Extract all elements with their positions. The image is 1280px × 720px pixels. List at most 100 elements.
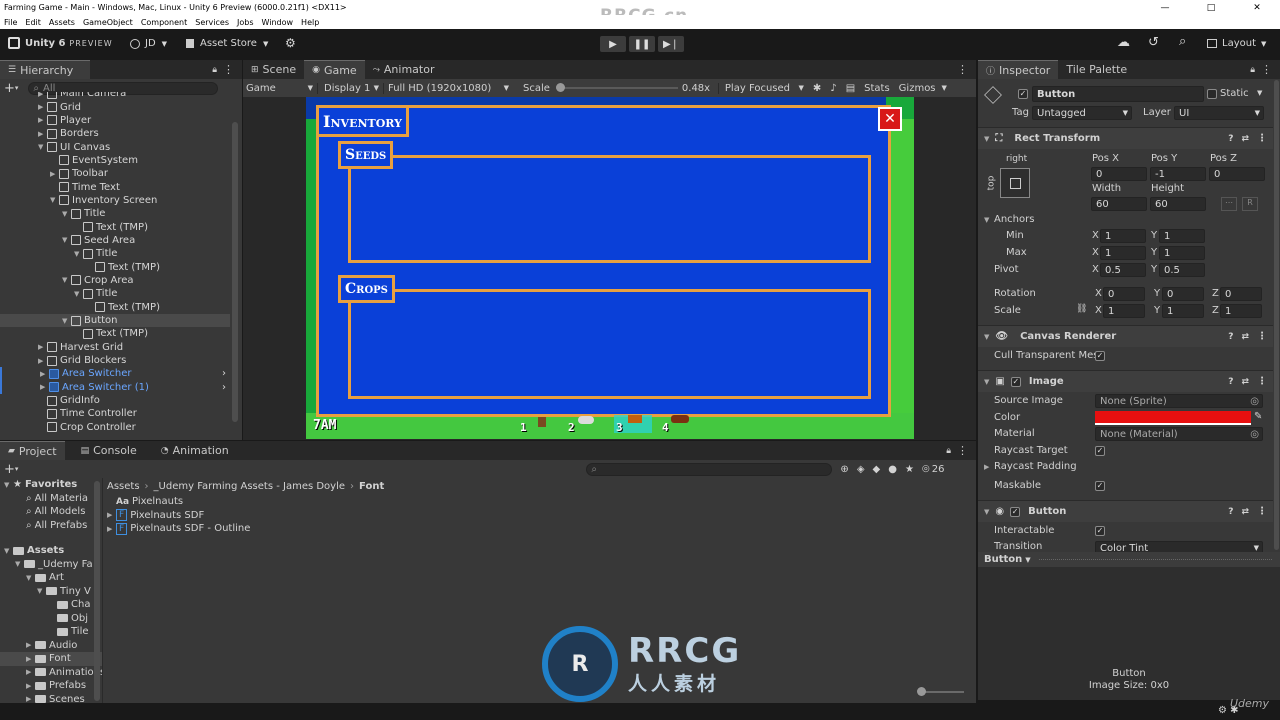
color-field[interactable] <box>1095 411 1251 425</box>
hierarchy-item[interactable]: ▶ Area Switcher (1) › <box>0 380 230 394</box>
favorite-star-icon[interactable]: ★ <box>905 464 914 475</box>
foldout-arrow-icon[interactable]: ▶ <box>38 130 47 138</box>
folder-tree-item[interactable]: ▶ Prefabs <box>0 679 102 693</box>
active-checkbox[interactable]: ✓ <box>1018 89 1028 99</box>
gizmos-button[interactable]: Gizmos <box>899 83 936 94</box>
constrain-proportions-icon[interactable]: ⛓ <box>1076 304 1087 314</box>
hierarchy-item[interactable]: ▶ Toolbar <box>0 167 230 180</box>
minimize-button[interactable]: — <box>1142 3 1188 13</box>
favorite-item[interactable]: ⌕ All Models <box>0 505 102 519</box>
pivot-x-field[interactable]: 0.5 <box>1100 263 1146 277</box>
eyedropper-icon[interactable]: ✎ <box>1254 411 1262 422</box>
favorites-header[interactable]: ▼ ★ Favorites <box>0 478 102 492</box>
foldout-arrow-icon[interactable]: ▼ <box>74 290 83 298</box>
foldout-arrow-icon[interactable]: ▼ <box>37 587 46 595</box>
menu-jobs[interactable]: Jobs <box>233 18 258 27</box>
more-options-icon[interactable]: ⋮ <box>1257 331 1267 342</box>
foldout-arrow-icon[interactable]: ▼ <box>62 317 71 325</box>
hierarchy-item[interactable]: ▶ Grid Blockers <box>0 354 230 367</box>
hierarchy-item[interactable]: Crop Controller <box>0 421 230 434</box>
hierarchy-item[interactable]: ▼ Seed Area <box>0 234 230 247</box>
breadcrumb-item-current[interactable]: Font <box>359 481 384 492</box>
foldout-arrow-icon[interactable]: ▶ <box>40 383 49 391</box>
hierarchy-item[interactable]: GridInfo <box>0 394 230 407</box>
step-button[interactable]: ▶❘ <box>658 36 684 52</box>
project-search[interactable]: ⌕ <box>586 462 833 476</box>
menu-edit[interactable]: Edit <box>21 18 45 27</box>
hierarchy-item[interactable]: ▼ Crop Area <box>0 274 230 287</box>
asset-item[interactable]: ▶ F Pixelnauts SDF - Outline <box>107 522 407 536</box>
menu-file[interactable]: File <box>0 18 21 27</box>
folder-tree-item[interactable]: ▶ Font <box>0 652 102 666</box>
tab-console[interactable]: ▤ Console <box>73 441 145 460</box>
foldout-arrow-icon[interactable]: ▼ <box>984 216 989 224</box>
foldout-arrow-icon[interactable]: ▶ <box>26 655 35 663</box>
foldout-arrow-icon[interactable]: ▶ <box>38 116 47 124</box>
hierarchy-item[interactable]: ▶ Player <box>0 114 230 127</box>
resolution-dropdown[interactable]: Full HD (1920x1080) ▼ <box>383 82 513 94</box>
image-enabled-checkbox[interactable]: ✓ <box>1010 376 1021 387</box>
log-icon[interactable]: ● <box>888 464 897 475</box>
interactable-checkbox[interactable]: ✓ <box>1095 526 1105 536</box>
maskable-checkbox[interactable]: ✓ <box>1095 481 1105 491</box>
hierarchy-item[interactable]: ▶ Area Switcher › <box>0 367 230 381</box>
layer-dropdown[interactable]: UI ▼ <box>1174 106 1264 120</box>
stats-button[interactable]: Stats <box>864 83 890 94</box>
cull-transparent-checkbox[interactable]: ✓ <box>1095 351 1105 361</box>
hierarchy-item[interactable]: ▼ Title <box>0 247 230 260</box>
foldout-arrow-icon[interactable]: ▼ <box>62 276 71 284</box>
foldout-arrow-icon[interactable]: ▶ <box>984 463 989 471</box>
chevron-down-icon[interactable]: ▾ <box>15 84 19 92</box>
pivot-y-field[interactable]: 0.5 <box>1159 263 1205 277</box>
presets-icon[interactable]: ⇄ <box>1241 332 1249 342</box>
breadcrumb-item[interactable]: _Udemy Farming Assets - James Doyle <box>154 481 345 492</box>
game-mode-dropdown[interactable]: Game ▼ <box>243 83 317 94</box>
hierarchy-item[interactable]: Text (TMP) <box>0 327 230 340</box>
pos-z-field[interactable]: 0 <box>1209 167 1265 181</box>
static-checkbox[interactable] <box>1207 89 1217 99</box>
foldout-arrow-icon[interactable]: ▼ <box>50 196 59 204</box>
hierarchy-item[interactable]: ▶ Harvest Grid <box>0 341 230 354</box>
foldout-arrow-icon[interactable]: ▼ <box>26 574 35 582</box>
menu-component[interactable]: Component <box>137 18 191 27</box>
hierarchy-item[interactable]: Text (TMP) <box>0 260 230 273</box>
tab-game[interactable]: ◉ Game <box>304 60 365 79</box>
canvas-renderer-header[interactable]: ▼ 👁︎ Canvas Renderer ? ⇄ ⋮ <box>978 325 1273 347</box>
presets-icon[interactable]: ⇄ <box>1241 507 1249 517</box>
asset-store-dropdown[interactable]: Asset Store ▼ <box>186 38 268 49</box>
scale-slider-handle[interactable] <box>555 83 565 92</box>
presets-icon[interactable]: ⇄ <box>1241 377 1249 387</box>
menu-assets[interactable]: Assets <box>45 18 79 27</box>
scale-z-field[interactable]: 1 <box>1220 304 1262 318</box>
folder-tree-item[interactable]: ▶ Scenes <box>0 693 102 703</box>
hierarchy-item[interactable]: ▼ Inventory Screen <box>0 194 230 207</box>
keyboard-icon[interactable]: ▤ <box>846 83 855 94</box>
chevron-down-icon[interactable]: ▾ <box>15 465 19 473</box>
rotation-y-field[interactable]: 0 <box>1162 287 1204 301</box>
chevron-right-icon[interactable]: › <box>222 382 226 393</box>
more-options-icon[interactable]: ⋮ <box>1257 133 1267 144</box>
asset-item[interactable]: ▶ F Pixelnauts SDF <box>107 509 407 523</box>
pos-x-field[interactable]: 0 <box>1091 167 1147 181</box>
foldout-arrow-icon[interactable]: ▶ <box>38 92 47 98</box>
folder-tree-scrollbar[interactable] <box>94 481 100 701</box>
game-viewport[interactable]: Inventory Seeds Crops ✕ 7AM 1 2 3 4 <box>306 97 914 439</box>
maximize-button[interactable]: □ <box>1188 3 1234 13</box>
rotation-z-field[interactable]: 0 <box>1220 287 1262 301</box>
tab-tile-palette[interactable]: Tile Palette <box>1058 60 1135 79</box>
mute-audio-icon[interactable]: ♪ <box>830 83 836 94</box>
foldout-arrow-icon[interactable]: ▶ <box>40 370 49 378</box>
folder-tree-item[interactable]: ▶ Animations <box>0 666 102 680</box>
tag-dropdown[interactable]: Untagged ▼ <box>1032 106 1132 120</box>
pause-button[interactable]: ❚❚ <box>629 36 655 52</box>
favorite-item[interactable]: ⌕ All Prefabs <box>0 519 102 533</box>
folder-tree-item[interactable]: Tile <box>0 625 102 639</box>
close-window-button[interactable]: ✕ <box>1234 3 1280 13</box>
scale-x-field[interactable]: 1 <box>1103 304 1145 318</box>
menu-services[interactable]: Services <box>191 18 233 27</box>
folder-tree-item[interactable]: Obj <box>0 612 102 626</box>
hierarchy-item[interactable]: ▼ Title <box>0 287 230 300</box>
favorite-item[interactable]: ⌕ All Materia <box>0 492 102 506</box>
foldout-arrow-icon[interactable]: ▶ <box>50 170 59 178</box>
foldout-arrow-icon[interactable]: ▶ <box>38 343 47 351</box>
